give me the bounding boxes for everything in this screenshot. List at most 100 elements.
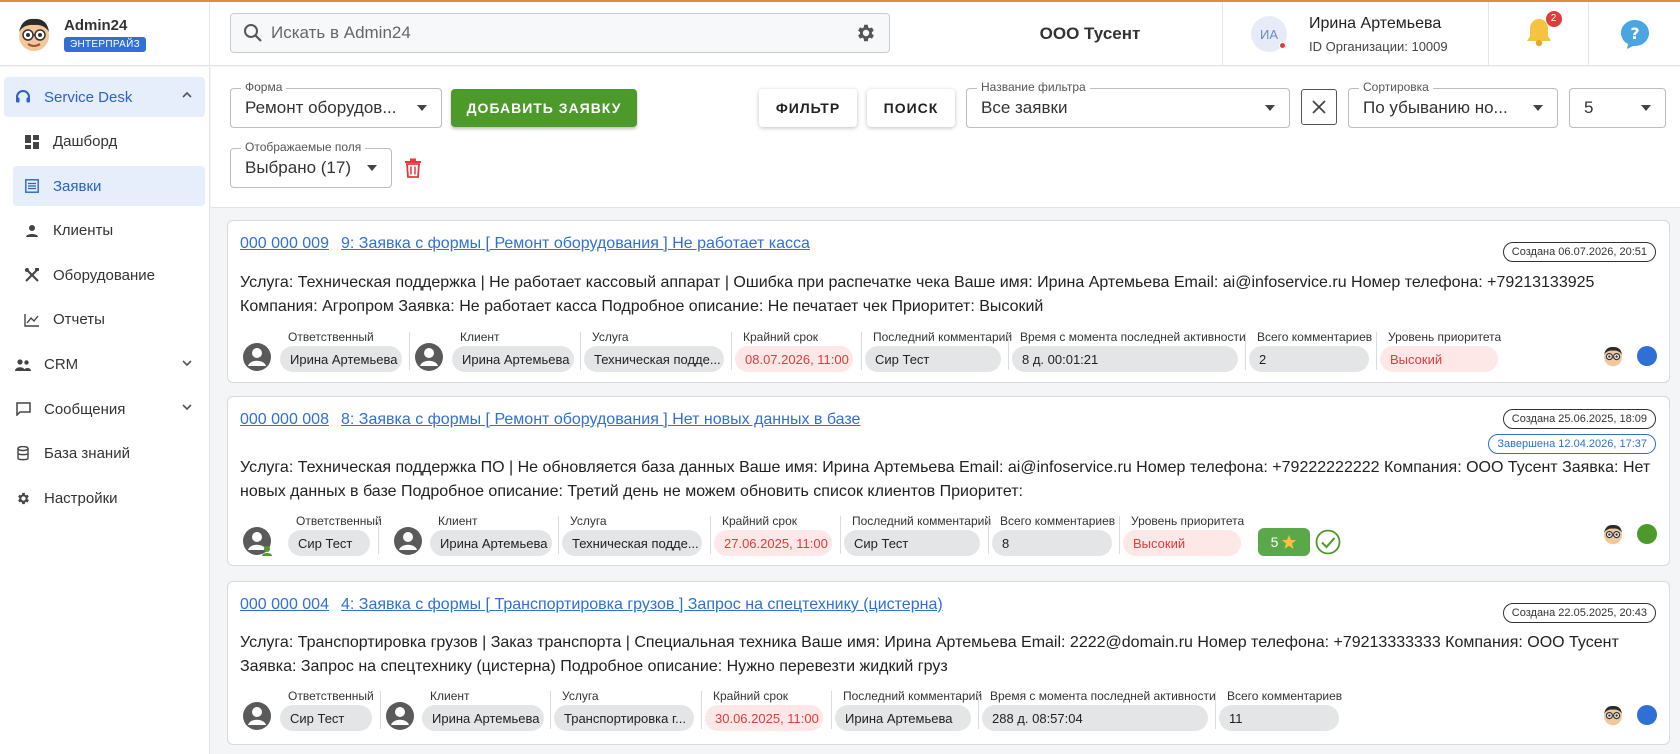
sidebar-item-label: Заявки [53, 177, 102, 195]
per-page-select[interactable]: 5 [1569, 88, 1666, 128]
meta-label-responsible: Ответственный [288, 330, 374, 344]
service-chip[interactable]: Транспортировка г... [554, 705, 694, 731]
deadline-chip: 30.06.2025, 11:00 [705, 705, 823, 731]
ticket-title: 000 000 009 9: Заявка с формы [ Ремонт об… [240, 235, 822, 253]
database-icon [17, 446, 29, 461]
ticket-description: Услуга: Техническая поддержка | Не работ… [240, 274, 1595, 315]
meta-label-total-comments: Всего комментариев [1257, 330, 1373, 344]
rating-value: 5 [1270, 534, 1279, 550]
filter-name-label: Название фильтра [977, 80, 1090, 94]
ticket-meta-row: Ответственный Сир Тест Клиент Ирина Артемь… [228, 514, 1671, 564]
responsible-chip[interactable]: Сир Тест [280, 705, 372, 731]
completed-date-badge: Завершена 12.04.2026, 17:37 [1488, 434, 1656, 454]
sidebar-item-reports[interactable]: Отчеты [13, 300, 205, 340]
meta-label-client: Клиент [460, 330, 500, 344]
chevron-up-icon [182, 91, 192, 98]
ticket-meta-row: Ответственный Ирина Артемьева Клиент Ирина… [228, 330, 1671, 380]
avatar-initials: ИА [1259, 26, 1278, 42]
divider [840, 516, 841, 554]
status-dot [1637, 346, 1657, 366]
gear-icon[interactable] [855, 22, 877, 44]
search-input[interactable] [271, 23, 855, 43]
logo[interactable]: Admin24 ЭНТЕРПРАЙЗ [0, 2, 210, 66]
last-comment-chip: Ирина Артемьева [835, 705, 971, 731]
list-icon [25, 179, 39, 194]
sidebar-item-clients[interactable]: Клиенты [13, 211, 205, 251]
trash-icon[interactable] [404, 158, 422, 178]
sidebar-item-label: Отчеты [53, 311, 105, 329]
client-chip[interactable]: Ирина Артемьева [422, 705, 544, 731]
ticket-title: 000 000 008 8: Заявка с формы [ Ремонт об… [240, 411, 872, 429]
dropdown-arrow-icon [417, 105, 427, 111]
service-chip[interactable]: Техническая подде... [562, 530, 702, 556]
dropdown-arrow-icon [1641, 105, 1651, 111]
ticket-number-link[interactable]: 000 000 009 [240, 235, 329, 252]
sort-select[interactable]: Сортировка По убыванию но... [1348, 80, 1558, 128]
divider [558, 516, 559, 554]
meta-label-deadline: Крайний срок [722, 514, 798, 528]
person-circle-icon [394, 527, 422, 555]
sidebar-item-equipment[interactable]: Оборудование [13, 255, 205, 295]
sort-value: По убыванию но... [1363, 98, 1508, 117]
ticket-number-link[interactable]: 000 000 004 [240, 596, 329, 613]
notifications-button[interactable]: 2 [1488, 2, 1588, 66]
ticket-card[interactable]: 000 000 009 9: Заявка с формы [ Ремонт об… [227, 220, 1670, 383]
meta-label-client: Клиент [438, 514, 478, 528]
sidebar-item-dashboard[interactable]: Дашборд [13, 122, 205, 162]
meta-label-client: Клиент [430, 689, 470, 703]
sidebar-item-messages[interactable]: Сообщения [4, 389, 205, 429]
responsible-chip[interactable]: Ирина Артемьева [280, 346, 402, 372]
last-comment-chip: Сир Тест [844, 530, 980, 556]
person-circle-icon [243, 343, 271, 371]
user-profile[interactable]: ИА Ирина Артемьева ID Организации: 10009 [1222, 2, 1488, 66]
person-icon [26, 224, 38, 237]
meta-label-total-comments: Всего комментариев [1227, 689, 1343, 703]
dropdown-arrow-icon [1265, 105, 1275, 111]
sidebar-item-service-desk[interactable]: Service Desk [4, 77, 205, 117]
mascot-face-icon [1604, 705, 1622, 726]
meta-label-service: Услуга [592, 330, 629, 344]
divider [701, 691, 702, 729]
responsible-chip[interactable]: Сир Тест [288, 530, 370, 556]
ticket-title-link[interactable]: 4: Заявка с формы [ Транспортировка груз… [341, 596, 943, 613]
sort-label: Сортировка [1359, 80, 1433, 94]
total-comments-chip: 8 [992, 530, 1112, 556]
ticket-number-link[interactable]: 000 000 008 [240, 411, 329, 428]
sidebar-item-label: Настройки [44, 489, 118, 507]
organization-name: ООО Тусент [1039, 24, 1141, 43]
help-button[interactable]: ? [1588, 2, 1680, 66]
sidebar-item-settings[interactable]: Настройки [4, 478, 205, 518]
filter-toolbar: Форма Ремонт оборудов... ДОБАВИТЬ ЗАЯВКУ… [211, 67, 1680, 208]
sidebar: Service Desk Дашборд Заявки Клиенты Обор… [0, 67, 210, 754]
sidebar-item-tickets[interactable]: Заявки [13, 166, 205, 207]
ticket-title-link[interactable]: 9: Заявка с формы [ Ремонт оборудования … [341, 235, 810, 252]
created-date-badge: Создана 25.06.2025, 18:09 [1502, 409, 1656, 429]
search-button[interactable]: ПОИСК [867, 89, 955, 127]
gear-icon [17, 492, 29, 504]
client-chip[interactable]: Ирина Артемьева [430, 530, 552, 556]
meta-label-priority: Уровень приоритета [1131, 514, 1245, 528]
meta-label-deadline: Крайний срок [713, 689, 789, 703]
sidebar-item-crm[interactable]: CRM [4, 345, 205, 385]
clear-filter-button[interactable] [1301, 89, 1337, 125]
search-bar [230, 13, 890, 53]
filter-name-select[interactable]: Название фильтра Все заявки [966, 80, 1290, 128]
status-dot [1637, 524, 1657, 544]
displayed-fields-select[interactable]: Отображаемые поля Выбрано (17) [230, 140, 392, 188]
filter-button[interactable]: ФИЛЬТР [759, 89, 857, 127]
form-select[interactable]: Форма Ремонт оборудов... [230, 80, 442, 128]
total-comments-chip: 11 [1219, 705, 1339, 731]
divider [1215, 691, 1216, 729]
add-ticket-button[interactable]: ДОБАВИТЬ ЗАЯВКУ [451, 89, 637, 127]
sidebar-item-knowledge-base[interactable]: База знаний [4, 434, 205, 474]
ticket-card[interactable]: 000 000 004 4: Заявка с формы [ Транспорт… [227, 581, 1670, 745]
chevron-down-icon [182, 404, 192, 411]
user-name: Ирина Артемьева [1309, 14, 1442, 32]
rating-badge: 5 [1258, 528, 1310, 556]
ticket-title-link[interactable]: 8: Заявка с формы [ Ремонт оборудования … [341, 411, 860, 428]
service-chip[interactable]: Техническая подде... [584, 346, 724, 372]
ticket-card[interactable]: 000 000 008 8: Заявка с формы [ Ремонт об… [227, 396, 1670, 566]
client-chip[interactable]: Ирина Артемьева [452, 346, 574, 372]
notification-count: 2 [1545, 10, 1562, 27]
divider [580, 332, 581, 370]
